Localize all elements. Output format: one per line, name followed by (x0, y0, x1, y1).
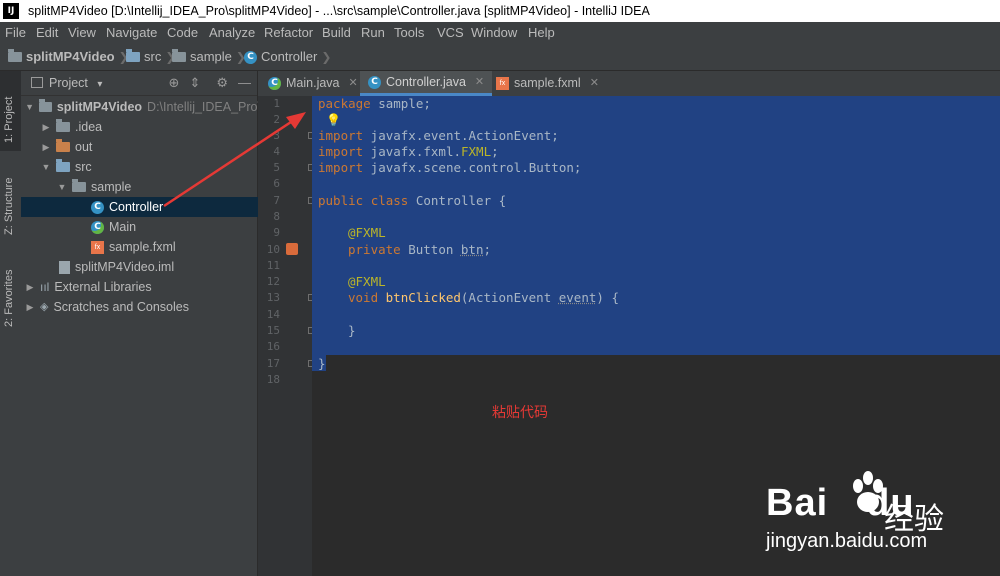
arrow-shaft (163, 118, 295, 208)
arrow-head-icon (286, 112, 306, 129)
baidu-jingyan-watermark: Bai du 经验 jingyan.baidu.com (766, 466, 996, 574)
baidu-paw-icon (853, 471, 883, 512)
baidu-logo-text-a: Bai (766, 482, 829, 524)
watermark-url: jingyan.baidu.com (766, 530, 928, 552)
